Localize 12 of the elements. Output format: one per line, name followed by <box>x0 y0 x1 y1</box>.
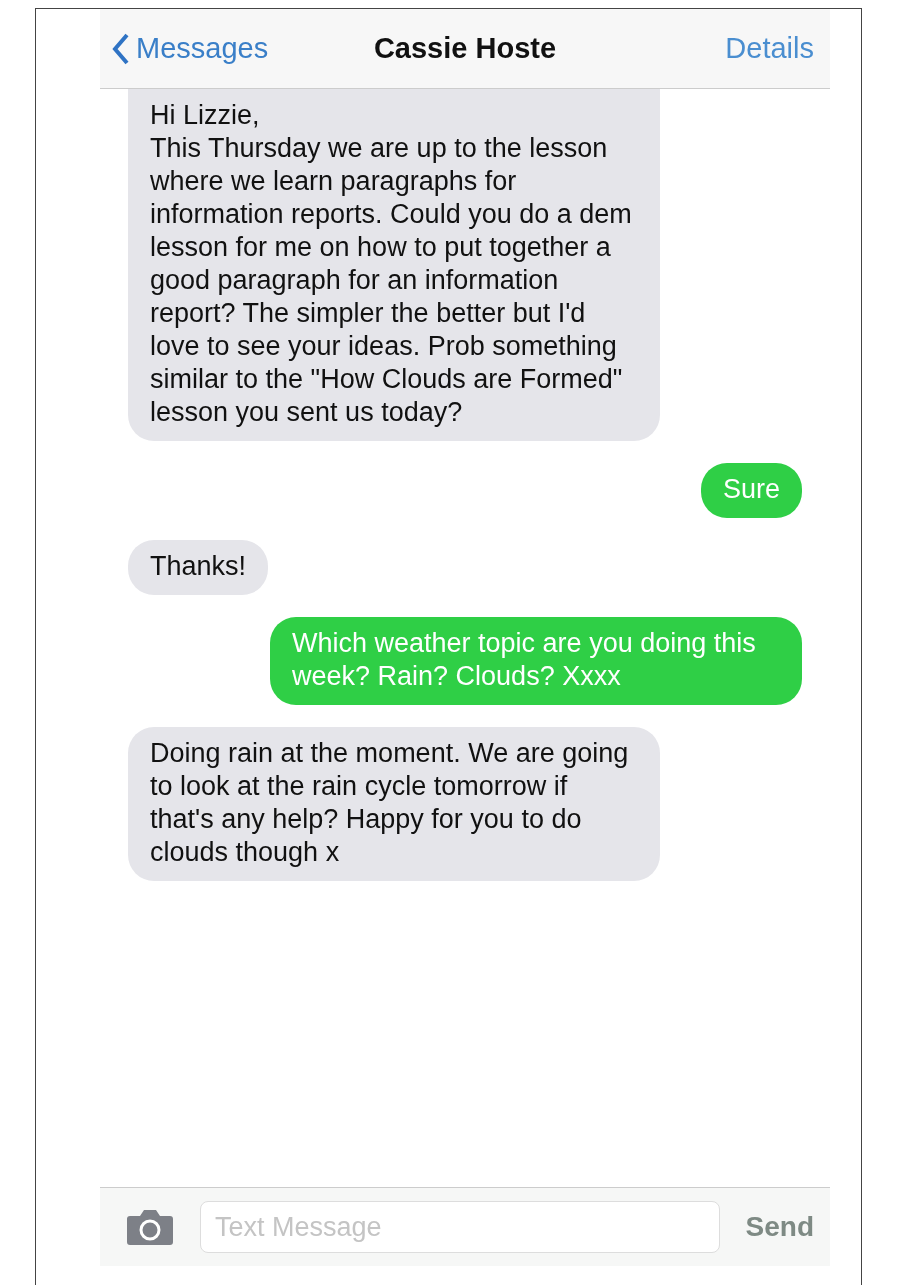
message-input-field[interactable]: Text Message <box>200 1201 720 1253</box>
message-bubble: Hi Lizzie, This Thursday we are up to the lesson where we learn paragraphs for information reports. Could you do a dem lesson for me on how to put together a good paragraph for an information report? The simpler the better but I'd love to see your ideas. Prob something similar to the "How Clouds are Formed" lesson you sent us today? <box>128 89 660 441</box>
send-button[interactable]: Send <box>745 1211 814 1243</box>
back-link[interactable]: Messages <box>112 32 269 65</box>
message-bubble: Sure <box>700 463 802 518</box>
details-link[interactable]: Details <box>725 32 814 65</box>
camera-icon[interactable] <box>126 1208 174 1246</box>
message-bubble: Thanks! <box>128 540 269 595</box>
contact-name: Cassie Hoste <box>373 32 557 65</box>
message-bubble: Doing rain at the moment. We are going to look at the rain cycle tomorrow if that's any help? Happy for you to do clouds though x <box>128 727 660 881</box>
message-bubble: Which weather topic are you doing this week? Rain? Clouds? Xxxx <box>270 617 802 705</box>
chevron-left-icon <box>112 32 130 65</box>
